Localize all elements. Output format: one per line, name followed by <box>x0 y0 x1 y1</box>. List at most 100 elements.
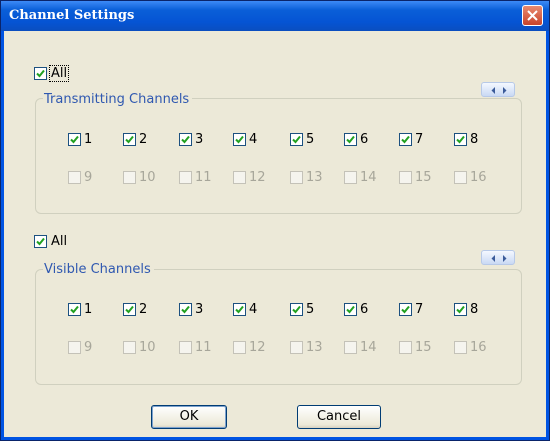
checkmark-icon <box>401 135 410 144</box>
channel-number-label: 2 <box>139 302 148 317</box>
visible-channel-7-checkbox[interactable]: 7 <box>399 302 423 317</box>
checkbox-box[interactable] <box>454 303 467 316</box>
visible-channel-8-checkbox[interactable]: 8 <box>454 302 478 317</box>
title-bar[interactable]: Channel Settings <box>1 1 549 31</box>
checkbox-box <box>344 341 357 354</box>
checkbox-box <box>290 171 303 184</box>
transmitting-channel-16-checkbox: 16 <box>454 170 487 185</box>
checkmark-icon <box>70 135 79 144</box>
checkmark-icon <box>36 237 45 246</box>
checkmark-icon <box>346 135 355 144</box>
ok-button[interactable]: OK <box>151 405 227 429</box>
channel-number-label: 7 <box>415 302 424 317</box>
checkbox-box <box>68 341 81 354</box>
cancel-button[interactable]: Cancel <box>297 405 381 429</box>
checkbox-box <box>344 171 357 184</box>
checkmark-icon <box>235 135 244 144</box>
checkmark-icon <box>235 305 244 314</box>
channel-number-label: 6 <box>360 132 369 147</box>
transmitting-channel-11-checkbox: 11 <box>179 170 212 185</box>
checkbox-box[interactable] <box>344 133 357 146</box>
transmitting-channel-1-checkbox[interactable]: 1 <box>68 132 92 147</box>
checkbox-box[interactable] <box>233 133 246 146</box>
checkbox-box <box>233 341 246 354</box>
checkbox-box <box>68 171 81 184</box>
transmitting-channel-4-checkbox[interactable]: 4 <box>233 132 257 147</box>
checkbox-box[interactable] <box>290 133 303 146</box>
checkmark-icon <box>401 305 410 314</box>
visible-channel-1-checkbox[interactable]: 1 <box>68 302 92 317</box>
checkmark-icon <box>346 305 355 314</box>
checkbox-box <box>399 171 412 184</box>
dialog-body: All Transmitting Channels 1 2 3 4 5 6 7 8 9 10 11 1… <box>4 31 546 437</box>
checkbox-box[interactable] <box>179 303 192 316</box>
checkbox-box[interactable] <box>290 303 303 316</box>
checkmark-icon <box>292 135 301 144</box>
channel-number-label: 15 <box>415 340 432 355</box>
transmitting-channel-5-checkbox[interactable]: 5 <box>290 132 314 147</box>
visible-channels-label: Visible Channels <box>43 262 154 277</box>
transmitting-channel-8-checkbox[interactable]: 8 <box>454 132 478 147</box>
checkbox-box <box>454 341 467 354</box>
visible-channel-15-checkbox: 15 <box>399 340 432 355</box>
transmitting-channel-15-checkbox: 15 <box>399 170 432 185</box>
channel-number-label: 4 <box>249 132 258 147</box>
transmitting-channel-6-checkbox[interactable]: 6 <box>344 132 368 147</box>
visible-channel-6-checkbox[interactable]: 6 <box>344 302 368 317</box>
checkbox-box[interactable] <box>399 303 412 316</box>
channel-number-label: 15 <box>415 170 432 185</box>
left-right-arrows-icon <box>491 87 507 94</box>
channel-number-label: 3 <box>195 132 204 147</box>
visible-channel-2-checkbox[interactable]: 2 <box>123 302 147 317</box>
channel-number-label: 12 <box>249 170 266 185</box>
checkbox-box[interactable] <box>68 303 81 316</box>
channel-number-label: 7 <box>415 132 424 147</box>
checkbox-box[interactable] <box>344 303 357 316</box>
checkbox-box[interactable] <box>399 133 412 146</box>
checkbox-box[interactable] <box>123 303 136 316</box>
transmitting-channel-3-checkbox[interactable]: 3 <box>179 132 203 147</box>
close-button[interactable] <box>522 5 543 26</box>
transmitting-page-nav-button[interactable] <box>481 82 515 97</box>
channel-number-label: 9 <box>84 170 93 185</box>
channel-number-label: 1 <box>84 302 93 317</box>
channel-number-label: 1 <box>84 132 93 147</box>
visible-channels-group <box>35 269 522 385</box>
visible-all-checkbox[interactable]: All <box>34 234 68 249</box>
checkmark-icon <box>456 305 465 314</box>
checkbox-box <box>454 171 467 184</box>
checkmark-icon <box>456 135 465 144</box>
transmitting-channel-13-checkbox: 13 <box>290 170 323 185</box>
checkbox-box[interactable] <box>179 133 192 146</box>
channel-number-label: 8 <box>470 132 479 147</box>
channel-number-label: 16 <box>470 340 487 355</box>
channel-number-label: 5 <box>306 302 315 317</box>
visible-channel-4-checkbox[interactable]: 4 <box>233 302 257 317</box>
transmitting-channel-2-checkbox[interactable]: 2 <box>123 132 147 147</box>
transmitting-all-checkbox[interactable]: All <box>34 65 70 82</box>
checkbox-box <box>290 341 303 354</box>
checkmark-icon <box>181 305 190 314</box>
visible-page-nav-button[interactable] <box>481 250 515 265</box>
visible-channel-11-checkbox: 11 <box>179 340 212 355</box>
channel-number-label: 11 <box>195 340 212 355</box>
transmitting-channels-group <box>35 98 522 214</box>
visible-channel-10-checkbox: 10 <box>123 340 156 355</box>
checkmark-icon <box>36 69 45 78</box>
transmitting-channel-14-checkbox: 14 <box>344 170 377 185</box>
visible-channel-13-checkbox: 13 <box>290 340 323 355</box>
channel-number-label: 16 <box>470 170 487 185</box>
window-title: Channel Settings <box>9 8 135 23</box>
checkmark-icon <box>125 135 134 144</box>
checkbox-box[interactable] <box>34 235 47 248</box>
channel-number-label: 10 <box>139 340 156 355</box>
transmitting-channel-7-checkbox[interactable]: 7 <box>399 132 423 147</box>
checkbox-box[interactable] <box>454 133 467 146</box>
checkbox-box[interactable] <box>123 133 136 146</box>
checkbox-box[interactable] <box>68 133 81 146</box>
checkbox-box[interactable] <box>233 303 246 316</box>
checkbox-box[interactable] <box>34 67 47 80</box>
transmitting-channel-9-checkbox: 9 <box>68 170 92 185</box>
visible-channel-3-checkbox[interactable]: 3 <box>179 302 203 317</box>
visible-channel-5-checkbox[interactable]: 5 <box>290 302 314 317</box>
